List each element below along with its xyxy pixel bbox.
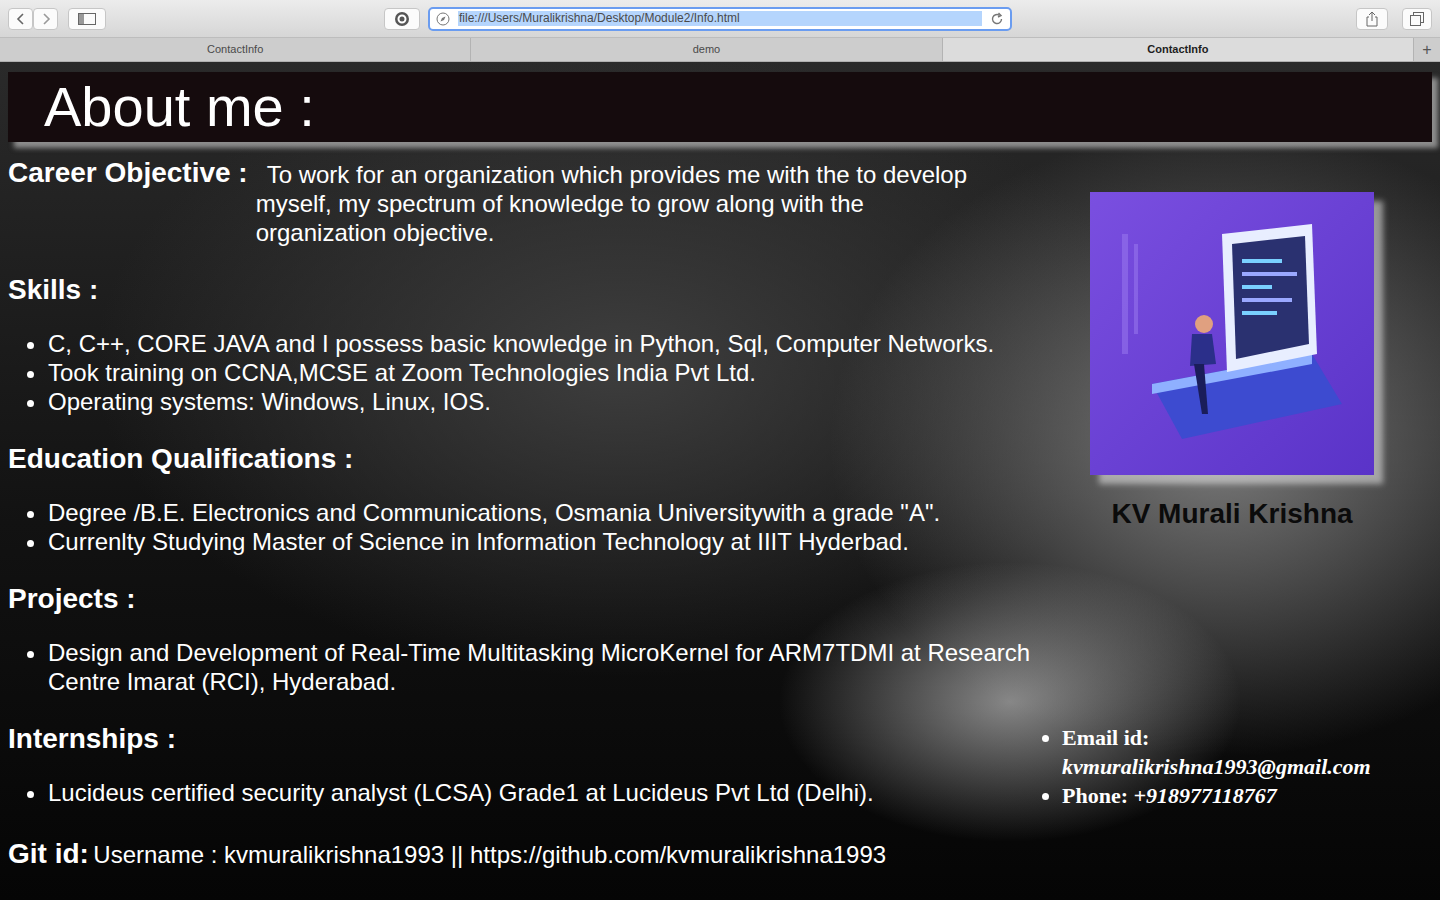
url-text: file:///Users/Muralikrishna/Desktop/Modu… xyxy=(458,11,982,26)
tab-bar: ContactInfo demo ContactInfo + xyxy=(0,38,1440,62)
contact-list: Email id: kvmuralikrishna1993@gmail.comP… xyxy=(1038,723,1432,810)
browser-tab[interactable]: demo xyxy=(471,38,942,61)
git-text: Username : kvmuralikrishna1993 || https:… xyxy=(93,841,886,868)
forward-arrow-icon xyxy=(41,13,51,25)
section-title: Projects : xyxy=(8,582,1038,616)
back-arrow-icon xyxy=(16,13,26,25)
profile-column: KV Murali Krishna Email id: kvmuralikrish… xyxy=(1038,142,1432,875)
browser-tab[interactable]: ContactInfo xyxy=(0,38,471,61)
browser-toolbar: file:///Users/Muralikrishna/Desktop/Modu… xyxy=(0,0,1440,38)
nav-buttons xyxy=(8,8,58,30)
info-section: Projects : Design and Development of Real… xyxy=(8,582,1038,696)
section-item: Took training on CCNA,MCSE at Zoom Techn… xyxy=(48,358,1038,387)
objective-label: Career Objective : xyxy=(8,156,256,247)
extension-button[interactable] xyxy=(384,8,420,30)
contact-value: +918977118767 xyxy=(1134,783,1277,808)
forward-button[interactable] xyxy=(33,8,58,30)
sidebar-button[interactable] xyxy=(68,8,106,30)
section-list: Degree /B.E. Electronics and Communicati… xyxy=(8,498,1038,556)
section-title: Education Qualifications : xyxy=(8,442,1038,476)
section-item: Design and Development of Real-Time Mult… xyxy=(48,638,1038,696)
info-column: Career Objective :To work for an organiz… xyxy=(8,142,1038,875)
section-title: Internships : xyxy=(8,722,1038,756)
section-title: Skills : xyxy=(8,273,1038,307)
page-heading: About me : xyxy=(44,75,315,138)
section-item: Operating systems: Windows, Linux, IOS. xyxy=(48,387,1038,416)
tab-label: demo xyxy=(693,41,721,58)
background-photo: About me : Career Objective :To work for … xyxy=(0,62,1440,900)
section-item: Lucideus certified security analyst (LCS… xyxy=(48,778,1038,807)
sidebar-icon xyxy=(78,13,96,25)
info-section: Skills : C, C++, CORE JAVA and I possess … xyxy=(8,273,1038,416)
tab-label: ContactInfo xyxy=(207,41,263,58)
info-section: Internships : Lucideus certified security… xyxy=(8,722,1038,807)
content: Career Objective :To work for an organiz… xyxy=(8,142,1432,875)
heading-bar: About me : xyxy=(8,72,1432,142)
extension-icon xyxy=(394,11,410,27)
reload-icon xyxy=(990,12,1004,26)
share-button[interactable] xyxy=(1356,8,1388,30)
share-icon xyxy=(1365,11,1379,27)
contact-label: Email id: xyxy=(1062,725,1149,750)
section-list: Lucideus certified security analyst (LCS… xyxy=(8,778,1038,807)
laptop-illustration-icon xyxy=(1112,214,1352,454)
objective-text: To work for an organization which provid… xyxy=(256,156,976,247)
contact-label: Phone: xyxy=(1062,783,1128,808)
compass-icon xyxy=(436,12,450,26)
profile-name: KV Murali Krishna xyxy=(1090,493,1374,535)
info-section: Education Qualifications : Degree /B.E. E… xyxy=(8,442,1038,556)
new-tab-button[interactable]: + xyxy=(1414,38,1440,61)
contact-item: Phone: +918977118767 xyxy=(1062,781,1426,810)
contact-item: Email id: kvmuralikrishna1993@gmail.com xyxy=(1062,723,1426,781)
section-list: Design and Development of Real-Time Mult… xyxy=(8,638,1038,696)
profile-card: KV Murali Krishna xyxy=(1090,192,1374,535)
career-objective: Career Objective :To work for an organiz… xyxy=(8,156,1038,247)
git-label: Git id: xyxy=(8,838,89,869)
tabs-overview-button[interactable] xyxy=(1402,8,1432,30)
section-list: C, C++, CORE JAVA and I possess basic kn… xyxy=(8,329,1038,416)
contact-value: kvmuralikrishna1993@gmail.com xyxy=(1062,754,1371,779)
address-bar[interactable]: file:///Users/Muralikrishna/Desktop/Modu… xyxy=(428,7,1012,31)
tab-label: ContactInfo xyxy=(1147,41,1208,58)
browser-tab[interactable]: ContactInfo xyxy=(943,38,1414,61)
git-line: Git id: Username : kvmuralikrishna1993 |… xyxy=(8,833,1038,875)
back-button[interactable] xyxy=(8,8,33,30)
section-item: Degree /B.E. Electronics and Communicati… xyxy=(48,498,1038,527)
profile-image xyxy=(1090,192,1374,475)
section-item: Currenlty Studying Master of Science in … xyxy=(48,527,1038,556)
tabs-overview-icon xyxy=(1410,12,1424,26)
section-item: C, C++, CORE JAVA and I possess basic kn… xyxy=(48,329,1038,358)
